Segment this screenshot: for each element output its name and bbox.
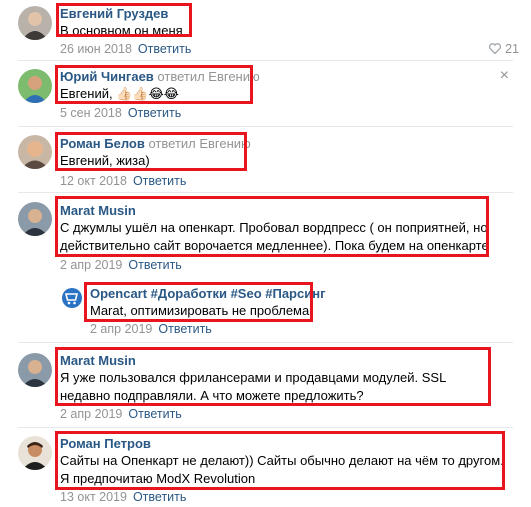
comment-meta: 26 июн 2018 Ответить <box>60 42 191 56</box>
comment-author[interactable]: Юрий Чингаев ответил Евгению <box>60 69 260 84</box>
comment-meta: 5 сен 2018 Ответить <box>60 106 181 120</box>
avatar[interactable] <box>62 288 82 308</box>
reply-button[interactable]: Ответить <box>133 490 186 504</box>
comment-date[interactable]: 26 июн 2018 <box>60 42 132 56</box>
comment-meta: 13 окт 2019 Ответить <box>60 490 186 504</box>
divider <box>18 192 513 193</box>
reply-button[interactable]: Ответить <box>128 106 181 120</box>
comment-author[interactable]: Opencart #Доработки #Seo #Парсинг <box>90 286 326 301</box>
avatar[interactable] <box>18 135 52 169</box>
divider <box>18 427 513 428</box>
comment-date[interactable]: 2 апр 2019 <box>90 322 152 336</box>
reply-to[interactable]: ответил Евгению <box>148 136 250 151</box>
laughing-emoji: 😂 <box>163 87 179 102</box>
comment-text: Marat, оптимизировать не проблема <box>90 303 310 318</box>
comment-meta: 2 апр 2019 Ответить <box>60 407 182 421</box>
comment-text: Евгений, жиза) <box>60 153 150 168</box>
reply-button[interactable]: Ответить <box>128 258 181 272</box>
comment-meta: 12 окт 2018 Ответить <box>60 174 186 188</box>
laughing-emoji: 😂 <box>148 87 164 102</box>
divider <box>18 342 513 343</box>
comment-date[interactable]: 5 сен 2018 <box>60 106 122 120</box>
like-button[interactable]: 21 <box>489 42 519 56</box>
comment-author[interactable]: Роман Белов ответил Евгению <box>60 136 251 151</box>
comment-text: Сайты на Опенкарт не делают)) Сайты обыч… <box>60 453 504 486</box>
comment-meta: 2 апр 2019 Ответить <box>90 322 212 336</box>
comment-text: С джумлы ушёл на опенкарт. Пробовал ворд… <box>60 220 489 253</box>
comment-date[interactable]: 13 окт 2019 <box>60 490 127 504</box>
comment-date[interactable]: 2 апр 2019 <box>60 407 122 421</box>
reply-button[interactable]: Ответить <box>133 174 186 188</box>
reply-button[interactable]: Ответить <box>128 407 181 421</box>
comment-date[interactable]: 2 апр 2019 <box>60 258 122 272</box>
reply-button[interactable]: Ответить <box>158 322 211 336</box>
divider <box>18 60 513 61</box>
comment-author[interactable]: Евгений Груздев <box>60 6 168 21</box>
comment-author[interactable]: Marat Musin <box>60 203 136 218</box>
comment-text: Я уже пользовался фрилансерами и продавц… <box>60 370 446 403</box>
author-name[interactable]: Юрий Чингаев <box>60 69 154 84</box>
avatar[interactable] <box>18 202 52 236</box>
close-icon[interactable]: × <box>500 67 509 85</box>
reply-button[interactable]: Ответить <box>138 42 191 56</box>
avatar[interactable] <box>18 6 52 40</box>
comment-date[interactable]: 12 окт 2018 <box>60 174 127 188</box>
avatar[interactable] <box>18 69 52 103</box>
avatar[interactable] <box>18 436 52 470</box>
thumbs-up-emoji: 👍🏻 <box>116 87 133 102</box>
divider <box>18 126 513 127</box>
heart-icon <box>489 43 502 54</box>
comment-text: Евгений, 👍🏻👍🏻😂😂 <box>60 85 500 104</box>
comment-text: В основном он меня <box>60 23 183 38</box>
avatar[interactable] <box>18 353 52 387</box>
comment-text-body: Евгений, <box>60 86 113 101</box>
author-name[interactable]: Роман Белов <box>60 136 145 151</box>
comment-author[interactable]: Marat Musin <box>60 353 136 368</box>
comment-meta: 2 апр 2019 Ответить <box>60 258 182 272</box>
like-count: 21 <box>505 42 519 56</box>
reply-to[interactable]: ответил Евгению <box>157 69 259 84</box>
thumbs-up-emoji: 👍🏻 <box>132 87 149 102</box>
comment-author[interactable]: Роман Петров <box>60 436 151 451</box>
